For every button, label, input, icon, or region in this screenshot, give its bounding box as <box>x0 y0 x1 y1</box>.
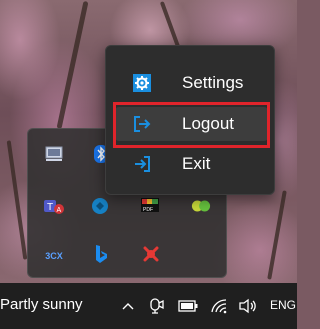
volume-icon[interactable] <box>238 296 258 316</box>
logout-icon <box>133 115 151 133</box>
menu-item-logout[interactable]: Logout <box>115 107 268 141</box>
3cx-icon[interactable]: 3CX <box>42 246 66 266</box>
menu-item-label: Logout <box>182 114 234 133</box>
security-icon[interactable] <box>91 196 111 216</box>
battery-icon[interactable] <box>178 296 198 316</box>
language-indicator[interactable]: ENG <box>270 298 296 312</box>
context-menu: Settings Logout Exit <box>105 45 275 195</box>
wifi-icon[interactable] <box>209 296 229 316</box>
teams-icon[interactable]: TA <box>44 196 64 216</box>
taskbar: Partly sunny ENG <box>0 283 297 329</box>
gear-icon <box>133 74 151 92</box>
red-x-icon[interactable] <box>141 244 161 264</box>
weather-widget[interactable]: Partly sunny <box>0 296 83 313</box>
chevron-up-icon[interactable] <box>118 296 138 316</box>
meet-now-icon[interactable] <box>147 296 167 316</box>
display-icon[interactable] <box>44 144 64 164</box>
svg-text:PDF: PDF <box>143 207 153 213</box>
menu-item-label: Exit <box>182 154 211 173</box>
menu-item-settings[interactable]: Settings <box>115 66 268 100</box>
exit-icon <box>133 155 151 173</box>
menu-item-label: Settings <box>182 73 244 92</box>
menu-item-exit[interactable]: Exit <box>115 147 268 181</box>
green-app-icon[interactable] <box>191 196 211 216</box>
pdf-icon[interactable]: PDF <box>141 196 161 216</box>
bing-icon[interactable] <box>91 244 111 264</box>
svg-text:T: T <box>47 202 53 213</box>
svg-text:A: A <box>57 207 62 214</box>
